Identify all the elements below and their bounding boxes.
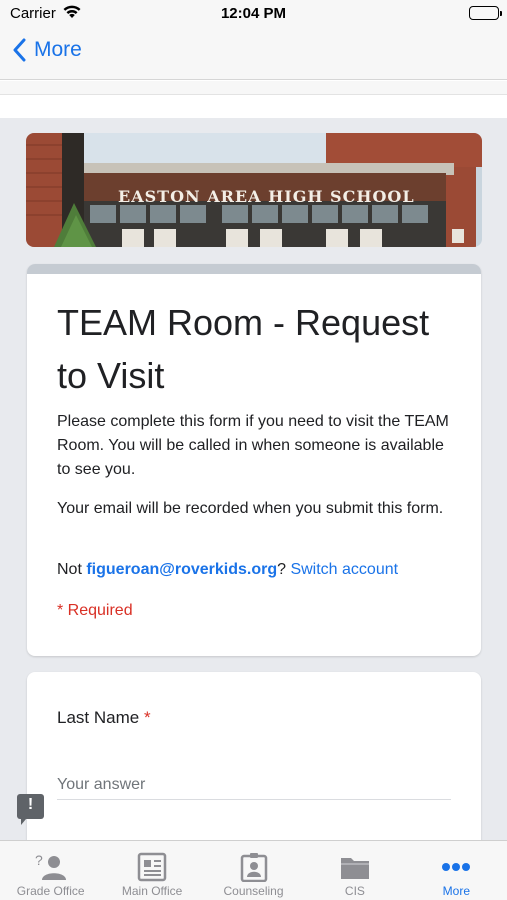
last-name-question-card: Last Name * xyxy=(27,672,481,840)
chevron-left-icon xyxy=(13,38,26,62)
tab-label: More xyxy=(442,884,470,898)
question-label-text: Last Name xyxy=(57,708,140,727)
tab-grade-office[interactable]: ? Grade Office xyxy=(0,841,101,900)
form-header-stripe xyxy=(27,264,481,274)
form-webview[interactable]: EASTON AREA HIGH SCHOOL TEAM Room - Requ… xyxy=(0,118,507,840)
web-toolbar-strip xyxy=(0,81,507,95)
tab-cis[interactable]: CIS xyxy=(304,841,405,900)
email-recorded-note: Your email will be recorded when you sub… xyxy=(57,500,444,517)
tab-bar: ? Grade Office Main Office Counseling CI… xyxy=(0,840,507,900)
back-button[interactable]: More xyxy=(12,38,82,62)
banner-school-name: EASTON AREA HIGH SCHOOL xyxy=(118,187,415,206)
tab-main-office[interactable]: Main Office xyxy=(101,841,202,900)
tab-label: CIS xyxy=(344,884,365,898)
report-feedback-button[interactable]: ! xyxy=(17,794,44,825)
tab-counseling[interactable]: Counseling xyxy=(203,841,304,900)
navigation-bar: More xyxy=(0,28,507,80)
form-description: Please complete this form if you need to… xyxy=(57,413,449,478)
last-name-input[interactable] xyxy=(57,770,451,800)
tab-label: Main Office xyxy=(121,884,183,898)
status-bar: Carrier 12:04 PM xyxy=(0,0,507,28)
folder-icon xyxy=(338,851,372,883)
account-email: figueroan@roverkids.org xyxy=(86,561,278,578)
required-star: * xyxy=(143,708,151,727)
tab-more[interactable]: More xyxy=(406,841,507,900)
id-badge-icon xyxy=(237,851,271,883)
newspaper-icon xyxy=(135,851,169,883)
back-button-label: More xyxy=(34,38,82,61)
svg-text:?: ? xyxy=(35,852,43,868)
battery-icon xyxy=(469,6,502,20)
form-header-card: TEAM Room - Request to Visit Please comp… xyxy=(27,264,481,656)
more-dots-icon xyxy=(439,851,473,883)
last-name-label: Last Name * xyxy=(57,708,151,728)
tab-label: Counseling xyxy=(223,884,284,898)
tab-label: Grade Office xyxy=(16,884,85,898)
account-line: Not figueroan@roverkids.org? Switch acco… xyxy=(57,561,398,579)
switch-account-link[interactable]: Switch account xyxy=(290,561,398,578)
required-note: * Required xyxy=(57,602,133,619)
person-question-icon: ? xyxy=(34,851,68,883)
account-prefix: Not xyxy=(57,561,87,578)
form-title: TEAM Room - Request to Visit xyxy=(57,302,430,396)
account-suffix: ? xyxy=(277,561,286,578)
feedback-exclamation-icon: ! xyxy=(27,796,34,813)
school-banner-image: EASTON AREA HIGH SCHOOL xyxy=(26,133,482,247)
status-time: 12:04 PM xyxy=(220,5,287,22)
